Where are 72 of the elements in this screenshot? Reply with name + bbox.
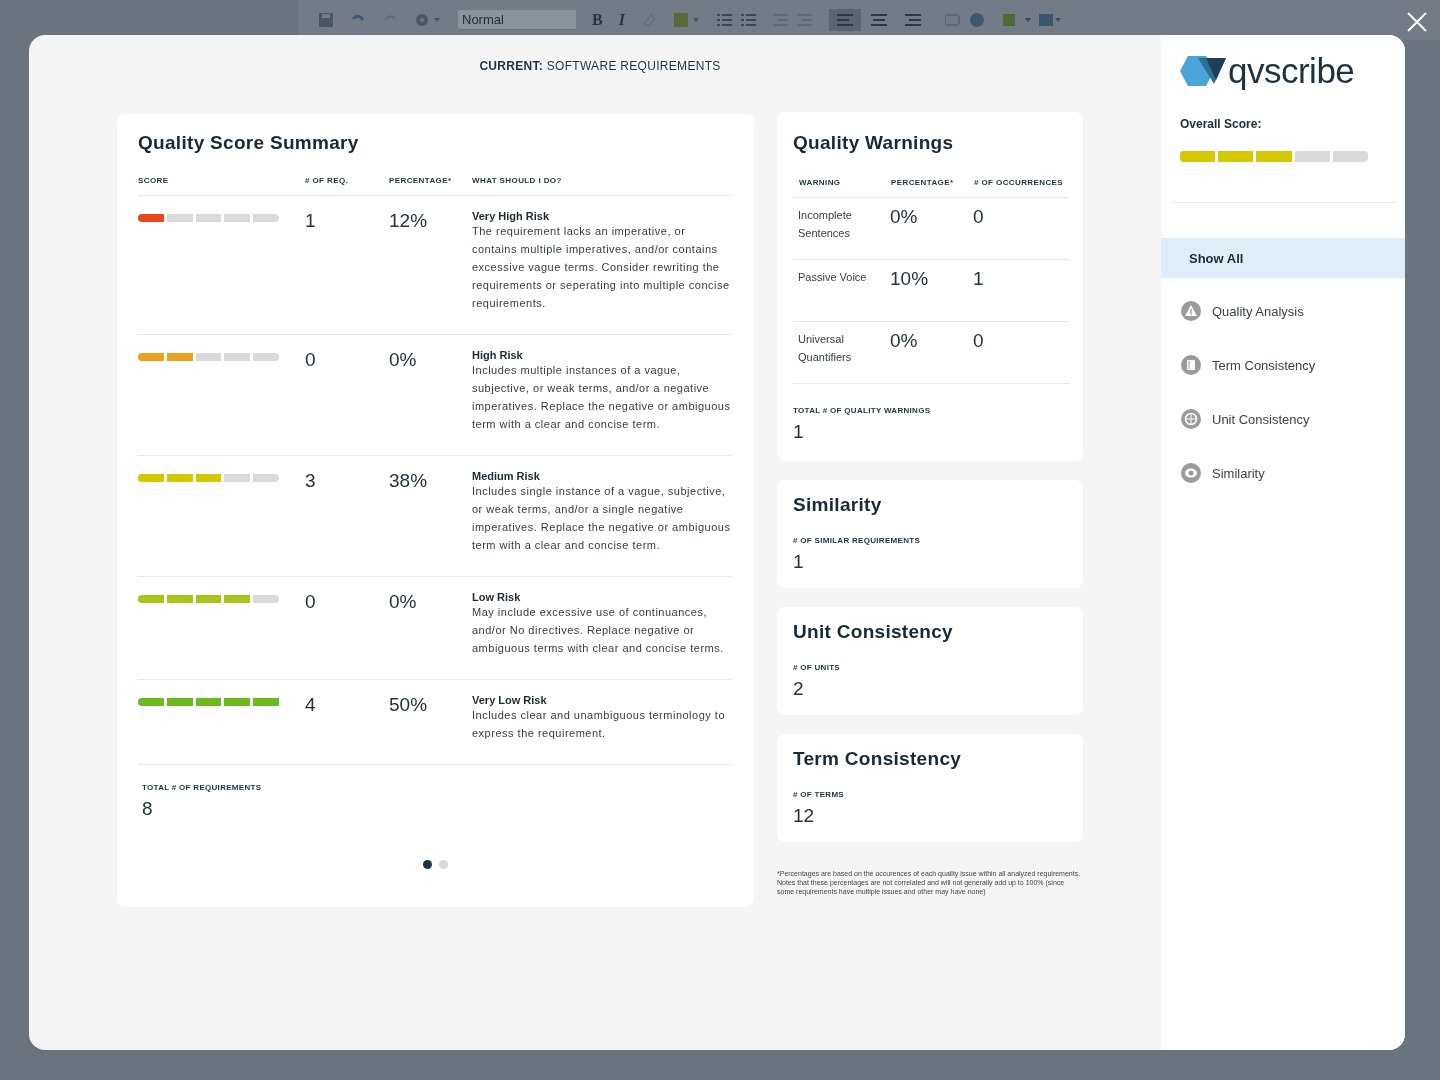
- close-icon[interactable]: [1406, 11, 1428, 33]
- warning-name: Incomplete Sentences: [798, 208, 853, 241]
- card-title: Quality Warnings: [793, 132, 955, 154]
- column-header: # OF REQ.: [305, 176, 350, 185]
- card-title: Similarity: [793, 494, 883, 516]
- column-header: SCORE: [138, 176, 170, 185]
- page-dot[interactable]: [438, 860, 448, 869]
- advice-text: Includes clear and unambiguous terminology to express the requirement.: [472, 708, 727, 741]
- nav-item[interactable]: Show All: [1161, 238, 1405, 278]
- image-icon[interactable]: [672, 12, 701, 28]
- warning-name: Passive Voice: [798, 270, 868, 285]
- total-label: TOTAL # OF REQUIREMENTS: [142, 783, 263, 792]
- stat-value: 1: [793, 551, 805, 573]
- percentage: 50%: [389, 694, 429, 717]
- percentage: 0%: [389, 349, 418, 372]
- logo-text: qvscribe: [1228, 51, 1355, 91]
- save-icon[interactable]: [318, 12, 334, 28]
- nav-item[interactable]: Term Consistency: [1161, 338, 1405, 392]
- total-value: 1: [793, 421, 805, 443]
- stat-label: # OF TERMS: [793, 790, 845, 799]
- list-icon[interactable]: [716, 12, 757, 28]
- nav-item[interactable]: Unit Consistency: [1161, 392, 1405, 446]
- page-dot[interactable]: [422, 860, 432, 869]
- requirement-count: 3: [305, 470, 317, 493]
- advice-text: Includes multiple instances of a vague, subjective, or weak terms, and/or a negative imperatives. Replace the negative or ambiguous term with a clear and concise term.: [472, 363, 732, 432]
- percentage: 38%: [389, 470, 429, 493]
- stat-label: # OF SIMILAR REQUIREMENTS: [793, 536, 922, 545]
- risk-level: Very High Risk: [472, 210, 551, 222]
- total-value: 8: [142, 798, 154, 820]
- warning-icon: [1181, 301, 1201, 321]
- column-header: WARNING: [799, 178, 842, 187]
- percentage: 12%: [389, 210, 429, 233]
- requirement-count: 4: [305, 694, 317, 717]
- overall-score-label: Overall Score:: [1179, 117, 1263, 131]
- stat-label: # OF UNITS: [793, 663, 841, 672]
- occurrence-count: 1: [973, 268, 985, 290]
- occurrence-count: 0: [973, 330, 985, 352]
- risk-level: Low Risk: [472, 591, 522, 603]
- warning-name: Universal Quantifiers: [798, 332, 853, 365]
- percentage: 0%: [890, 206, 919, 228]
- advice-text: The requirement lacks an imperative, or contains multiple imperatives, and/or contains excessive vague terms. Consider rewriting the requirements or seperating into multiple concise requirements.: [472, 224, 731, 311]
- risk-level: Medium Risk: [472, 470, 541, 482]
- percentage: 0%: [890, 330, 919, 352]
- nav-item[interactable]: Quality Analysis: [1161, 284, 1405, 338]
- requirement-count: 0: [305, 591, 317, 614]
- current-document-title: CURRENT: SOFTWARE REQUIREMENTS: [478, 59, 722, 73]
- risk-level: High Risk: [472, 349, 524, 361]
- card-title: Unit Consistency: [793, 621, 954, 643]
- column-header: PERCENTAGE*: [891, 178, 955, 187]
- gauge-icon: [1181, 409, 1201, 429]
- total-label: TOTAL # OF QUALITY WARNINGS: [793, 406, 932, 415]
- column-header: # OF OCCURRENCES: [974, 178, 1065, 187]
- column-header: WHAT SHOULD I DO?: [472, 176, 563, 185]
- advice-text: Includes single instance of a vague, subjective, or weak terms, and/or a single negative imperatives. Replace the negative or ambiguous term with a clear and concise term.: [472, 484, 732, 553]
- percentage: 0%: [389, 591, 418, 614]
- card-title: Quality Score Summary: [138, 132, 360, 154]
- requirement-count: 0: [305, 349, 317, 372]
- stat-value: 12: [793, 805, 816, 827]
- percentage: 10%: [890, 268, 930, 290]
- occurrence-count: 0: [973, 206, 985, 228]
- requirement-count: 1: [305, 210, 317, 233]
- logo-icon: [1180, 56, 1226, 86]
- advice-text: May include excessive use of continuances, and/or No directives. Replace negative or ambiguous terms with clear and concise terms.: [472, 605, 725, 656]
- card-title: Term Consistency: [793, 748, 963, 770]
- gear-icon[interactable]: [414, 12, 442, 28]
- risk-level: Very Low Risk: [472, 694, 548, 706]
- style-dropdown[interactable]: Normal: [458, 10, 576, 30]
- column-header: PERCENTAGE*: [389, 176, 453, 185]
- book-icon: [1181, 355, 1201, 375]
- eye-icon: [1181, 463, 1201, 483]
- nav-item[interactable]: Similarity: [1161, 446, 1405, 500]
- stat-value: 2: [793, 678, 805, 700]
